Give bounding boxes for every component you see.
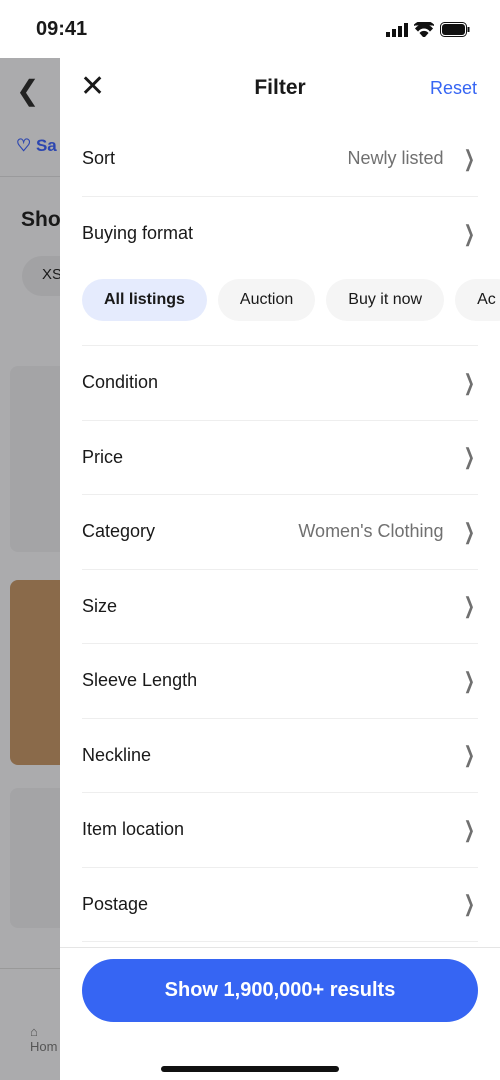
row-label: Size (82, 595, 118, 616)
listing-card (10, 788, 60, 928)
save-search-button: ♡ Sa (16, 136, 57, 155)
listing-card-image (10, 580, 60, 765)
chip-buy-it-now[interactable]: Buy it now (326, 279, 445, 321)
filter-row-sort[interactable]: Sort Newly listed ❯ (82, 122, 478, 197)
status-icons (386, 22, 470, 37)
chevron-right-icon: ❯ (463, 145, 475, 171)
chevron-right-icon: ❯ (463, 891, 475, 917)
filter-row-sleeve-length[interactable]: Sleeve Length ❯ (82, 644, 478, 719)
filter-panel: ✕ Filter Reset Sort Newly listed ❯ Buyin… (60, 58, 500, 1080)
row-label: Item location (82, 819, 185, 840)
background-page-overlay[interactable]: ❮ ♡ Sa Sho XS ⌂ Hom (0, 58, 60, 1080)
chevron-right-icon: ❯ (463, 220, 475, 246)
row-label: Category (82, 521, 156, 542)
filter-row-item-location[interactable]: Item location ❯ (82, 793, 478, 868)
home-indicator[interactable] (161, 1066, 339, 1072)
chevron-right-icon: ❯ (463, 369, 475, 395)
row-label: Sort (82, 148, 116, 169)
wifi-icon (414, 22, 434, 37)
show-results-button[interactable]: Show 1,900,000+ results (82, 959, 478, 1022)
back-icon: ❮ (16, 75, 40, 106)
filter-row-postage[interactable]: Postage ❯ (82, 868, 478, 942)
reset-button[interactable]: Reset (430, 78, 477, 99)
background-heading: Sho (21, 208, 60, 231)
row-label: Price (82, 446, 124, 467)
signal-icon (386, 22, 408, 37)
row-label: Buying format (82, 223, 194, 244)
buying-format-chips: All listings Auction Buy it now Ac (82, 271, 500, 346)
tab-bar-divider (0, 968, 60, 969)
chevron-right-icon: ❯ (463, 742, 475, 768)
row-label: Neckline (82, 744, 152, 765)
row-label: Sleeve Length (82, 670, 198, 691)
listing-card (10, 366, 60, 552)
chip-all-listings[interactable]: All listings (82, 279, 207, 321)
row-value: Women's Clothing (298, 521, 444, 542)
row-value: Newly listed (347, 148, 444, 169)
divider (0, 176, 60, 177)
status-bar: 09:41 (0, 0, 500, 58)
filter-row-category[interactable]: Category Women's Clothing ❯ (82, 495, 478, 570)
home-label: Hom (30, 1039, 58, 1054)
filter-row-price[interactable]: Price ❯ (82, 421, 478, 495)
row-label: Postage (82, 893, 149, 914)
filter-row-size[interactable]: Size ❯ (82, 570, 478, 644)
chevron-right-icon: ❯ (463, 518, 475, 544)
row-label: Condition (82, 372, 159, 393)
chip-auction[interactable]: Auction (217, 279, 316, 321)
chevron-right-icon: ❯ (463, 667, 475, 693)
filter-row-buying-format[interactable]: Buying format ❯ (82, 197, 478, 272)
tab-home: ⌂ Hom (30, 1024, 58, 1054)
chevron-right-icon: ❯ (463, 444, 475, 470)
battery-icon (440, 22, 470, 37)
chevron-right-icon: ❯ (463, 593, 475, 619)
background-chip: XS (22, 256, 60, 296)
chevron-right-icon: ❯ (463, 816, 475, 842)
filter-footer: Show 1,900,000+ results (60, 947, 500, 1080)
save-label: Sa (35, 136, 57, 155)
status-time: 09:41 (36, 18, 88, 40)
filter-row-condition[interactable]: Condition ❯ (82, 346, 478, 421)
chip-accepts-offers[interactable]: Ac (455, 279, 500, 321)
filter-row-neckline[interactable]: Neckline ❯ (82, 719, 478, 793)
filter-header: ✕ Filter Reset (60, 58, 500, 122)
